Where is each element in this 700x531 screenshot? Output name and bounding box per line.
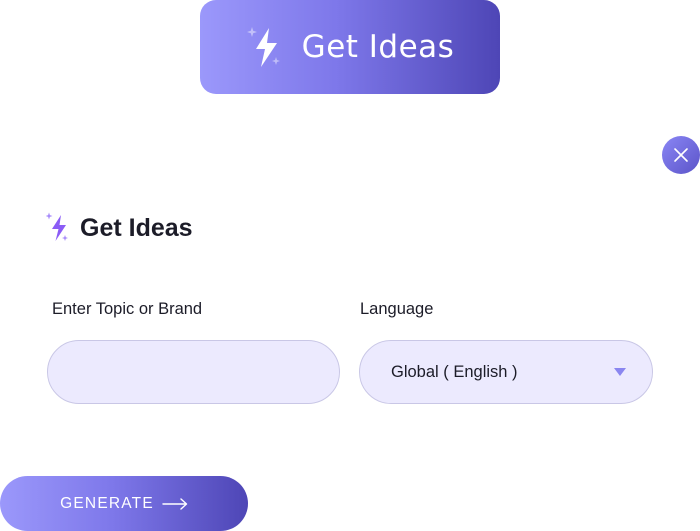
generate-button[interactable]: GENERATE bbox=[0, 476, 248, 531]
language-label: Language bbox=[360, 300, 434, 318]
topic-input[interactable] bbox=[47, 340, 340, 404]
launch-button-label: Get Ideas bbox=[301, 29, 455, 65]
caret-down-icon bbox=[614, 368, 626, 376]
close-icon bbox=[674, 148, 688, 162]
generate-button-label: GENERATE bbox=[60, 494, 154, 512]
panel-title: Get Ideas bbox=[80, 213, 193, 242]
get-ideas-launch-button[interactable]: Get Ideas bbox=[200, 0, 500, 94]
language-select[interactable]: Global ( English ) bbox=[359, 340, 653, 404]
close-button[interactable] bbox=[662, 136, 700, 174]
arrow-right-icon bbox=[162, 497, 188, 510]
sparkle-bolt-icon bbox=[46, 212, 68, 241]
language-select-value: Global ( English ) bbox=[391, 362, 518, 381]
topic-label: Enter Topic or Brand bbox=[52, 300, 203, 318]
sparkle-bolt-icon bbox=[246, 27, 280, 67]
panel-header: Get Ideas bbox=[46, 212, 193, 244]
